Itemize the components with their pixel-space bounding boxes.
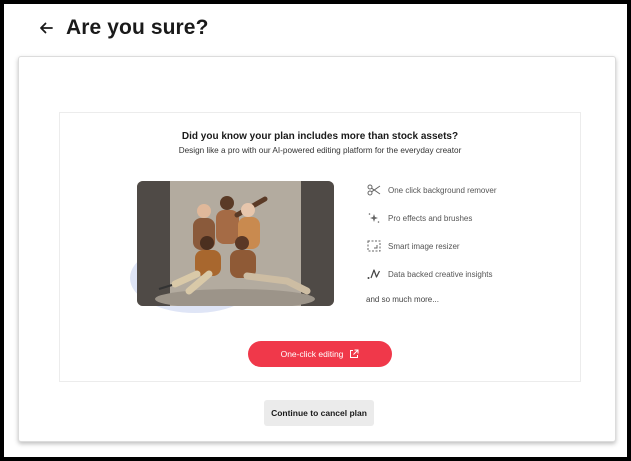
feature-label: Smart image resizer — [388, 241, 460, 251]
feature-label: One click background remover — [388, 185, 497, 195]
scissors-icon — [366, 183, 382, 197]
feature-list: One click background remover Pro effects… — [366, 183, 546, 304]
feature-item: Data backed creative insights — [366, 267, 546, 281]
sparkle-icon — [366, 211, 382, 225]
cta-label: One-click editing — [280, 349, 344, 359]
promo-subheadline: Design like a pro with our AI-powered ed… — [178, 146, 462, 155]
external-link-icon — [349, 349, 359, 359]
feature-item: One click background remover — [366, 183, 546, 197]
one-click-editing-button[interactable]: One-click editing — [248, 341, 392, 367]
promo-headline: Did you know your plan includes more tha… — [181, 131, 459, 142]
feature-label: Pro effects and brushes — [388, 213, 473, 223]
promo-panel: Did you know your plan includes more tha… — [59, 112, 581, 382]
page-title: Are you sure? — [66, 16, 209, 39]
arrow-left-icon — [40, 22, 53, 34]
continue-to-cancel-button[interactable]: Continue to cancel plan — [264, 400, 374, 426]
back-button[interactable] — [34, 16, 58, 40]
feature-label: Data backed creative insights — [388, 269, 493, 279]
insights-icon — [366, 267, 382, 281]
window-frame: Are you sure? Did you know your plan inc… — [0, 0, 631, 461]
cancel-plan-card: Did you know your plan includes more tha… — [18, 56, 616, 442]
promo-photo — [137, 181, 334, 306]
page-header: Are you sure? — [34, 12, 209, 44]
feature-item: Pro effects and brushes — [366, 211, 546, 225]
more-features-text: and so much more... — [366, 295, 439, 304]
feature-item: Smart image resizer — [366, 239, 546, 253]
resize-icon — [366, 239, 382, 253]
